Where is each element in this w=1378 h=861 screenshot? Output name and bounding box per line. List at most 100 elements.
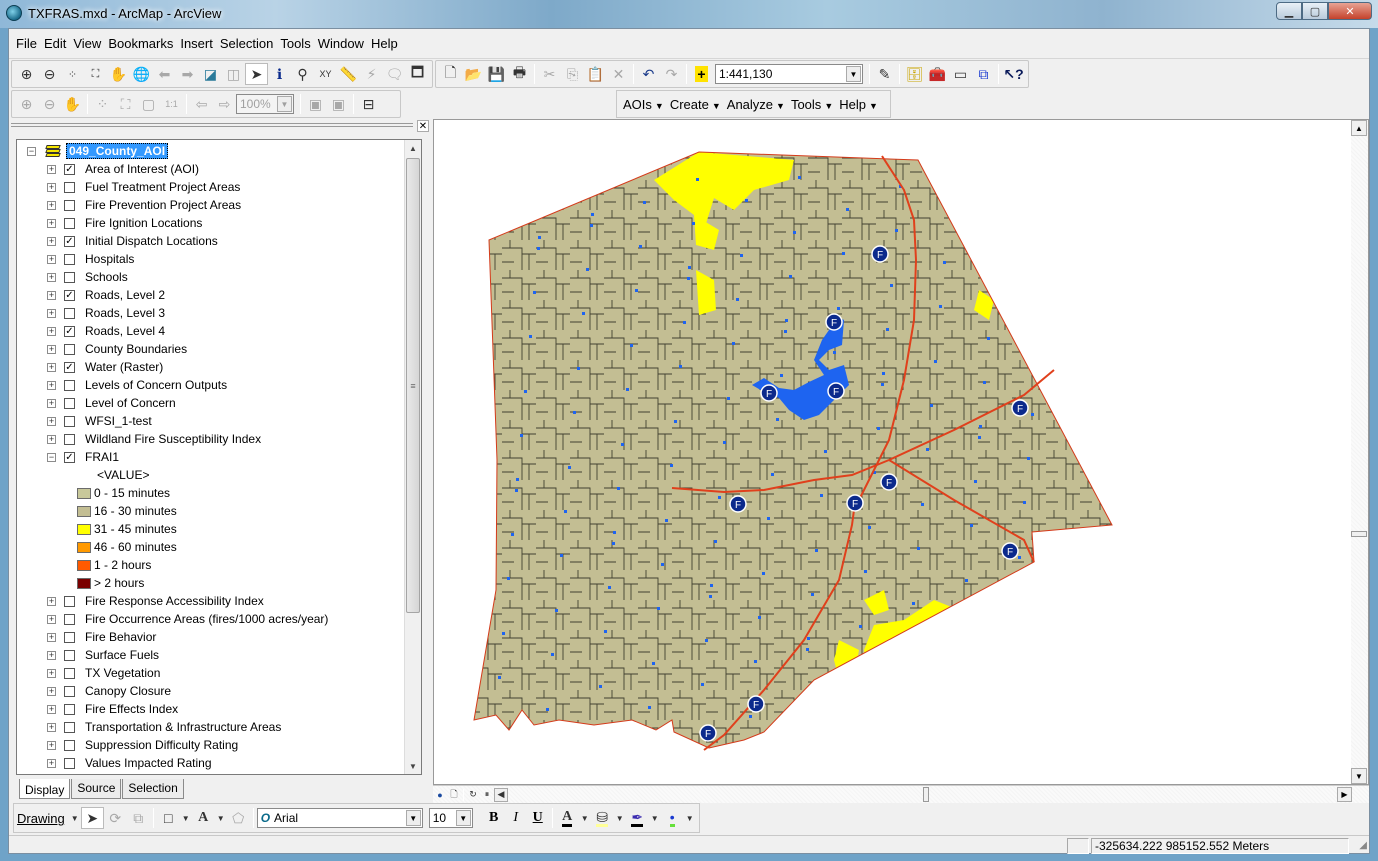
expand-icon[interactable]: + [47,326,56,336]
expand-icon[interactable]: + [47,290,56,300]
layer-row[interactable]: + Fire Effects Index [47,700,178,718]
layer-group-row[interactable]: − 049_County_AOI [27,142,169,160]
layer-name[interactable]: Fire Response Accessibility Index [85,594,264,608]
expand-icon[interactable]: + [47,668,56,678]
fire-station-marker[interactable]: F [760,384,778,402]
full-extent-button[interactable]: 🌐 [130,63,153,85]
layer-row[interactable]: + Fire Behavior [47,628,156,646]
layer-row[interactable]: + Level of Concern [47,394,176,412]
arccatalog-button[interactable]: 🗄 [903,63,926,85]
layer-row[interactable]: + Fire Occurrence Areas (fires/1000 acres… [47,610,328,628]
menu-selection[interactable]: Selection [217,34,276,53]
layer-visibility-checkbox[interactable] [64,595,75,607]
caret-down-icon[interactable]: ▼ [649,807,661,829]
chevron-down-icon[interactable]: ▼ [405,810,421,826]
undo-button[interactable]: ↶ [637,63,660,85]
expand-icon[interactable]: + [47,740,56,750]
menu-window[interactable]: Window [315,34,367,53]
zoom-100-button[interactable]: 1:1 [160,93,183,115]
expand-icon[interactable]: + [47,704,56,714]
legend-class[interactable]: 46 - 60 minutes [77,538,177,556]
command-line-button[interactable]: ▭ [949,63,972,85]
layer-name[interactable]: Surface Fuels [85,648,159,662]
layer-row[interactable]: + ✓ Initial Dispatch Locations [47,232,218,250]
fire-station-marker[interactable]: F [827,382,845,400]
help-menu[interactable]: Help ▼ [839,97,878,112]
marker-color-button[interactable]: • [661,807,684,829]
print-button[interactable]: 🖶 [508,63,531,85]
hyperlink-button[interactable]: ⚡ [360,63,383,85]
new-text-button[interactable]: A [192,807,215,829]
layer-name[interactable]: Suppression Difficulty Rating [85,738,238,752]
rotate-button[interactable]: ⟳ [104,807,127,829]
new-button[interactable]: 🗋 [439,63,462,85]
layer-row[interactable]: + ✓ Area of Interest (AOI) [47,160,199,178]
caret-down-icon[interactable]: ▼ [684,807,696,829]
forward-extent-button[interactable]: ➡ [176,63,199,85]
layer-visibility-checkbox[interactable] [64,307,75,319]
legend-swatch[interactable] [77,559,91,571]
zoom-whole-page-button[interactable]: ▢ [137,93,160,115]
scroll-thumb[interactable]: ≡ [406,158,420,613]
layer-visibility-checkbox[interactable] [64,271,75,283]
create-menu[interactable]: Create ▼ [670,97,721,112]
font-size-combo[interactable]: 10 ▼ [428,808,473,828]
layer-row[interactable]: + Fuel Treatment Project Areas [47,178,240,196]
chevron-down-icon[interactable]: ▼ [455,810,471,826]
caret-down-icon[interactable]: ▼ [180,807,192,829]
expand-icon[interactable]: + [47,434,56,444]
menu-tools[interactable]: Tools [277,34,313,53]
layout-zoom-in-button[interactable]: ⊕ [15,93,38,115]
zoom-in-button[interactable]: ⊕ [15,63,38,85]
copy-button[interactable]: ⎘ [561,63,584,85]
layer-row[interactable]: + Fire Ignition Locations [47,214,202,232]
delete-button[interactable]: ✕ [607,63,630,85]
layer-visibility-checkbox[interactable] [64,721,75,733]
select-elements-button[interactable]: ➤ [245,63,268,85]
italic-button[interactable]: I [505,810,527,826]
layer-name[interactable]: Hospitals [85,252,134,266]
expand-icon[interactable]: + [47,686,56,696]
layer-row[interactable]: + Suppression Difficulty Rating [47,736,238,754]
change-layout-button[interactable]: ⊟ [357,93,380,115]
refresh-icon[interactable]: ↻ [466,788,480,802]
layer-visibility-checkbox[interactable]: ✓ [64,325,75,337]
legend-swatch[interactable] [77,487,91,499]
layout-forward-button[interactable]: ⇨ [213,93,236,115]
layout-zoom-combo[interactable]: 100% ▼ [236,94,294,114]
collapse-icon[interactable]: − [27,146,36,156]
line-color-button[interactable]: ✒ [626,807,649,829]
underline-button[interactable]: U [527,810,549,826]
fire-station-marker[interactable]: F [699,724,717,742]
layer-visibility-checkbox[interactable] [64,433,75,445]
redo-button[interactable]: ↷ [660,63,683,85]
layer-name[interactable]: Values Impacted Rating [85,756,212,770]
legend-swatch[interactable] [77,541,91,553]
rectangle-button[interactable]: □ [157,807,180,829]
layer-visibility-checkbox[interactable] [64,379,75,391]
menu-help[interactable]: Help [368,34,401,53]
fire-station-marker[interactable]: F [1011,399,1029,417]
layer-visibility-checkbox[interactable]: ✓ [64,235,75,247]
layer-row[interactable]: + WFSI_1-test [47,412,152,430]
layer-visibility-checkbox[interactable] [64,667,75,679]
whats-this-button[interactable]: ↖? [1002,63,1025,85]
measure-button[interactable]: 📏 [337,63,360,85]
layer-name[interactable]: Schools [85,270,128,284]
chevron-down-icon[interactable]: ▼ [277,96,292,112]
expand-icon[interactable]: + [47,632,56,642]
layer-row[interactable]: + Wildland Fire Susceptibility Index [47,430,261,448]
layout-back-button[interactable]: ⇦ [190,93,213,115]
expand-icon[interactable]: + [47,182,56,192]
aois-menu[interactable]: AOIs ▼ [623,97,664,112]
layer-row[interactable]: + Schools [47,268,128,286]
layer-name[interactable]: Canopy Closure [85,684,171,698]
html-popup-button[interactable]: 🗨 [383,63,406,85]
county-map[interactable]: F F F F F F F F F F F [434,120,1352,784]
paste-button[interactable]: 📋 [584,63,607,85]
layout-pan-button[interactable]: ✋ [61,93,84,115]
focus-data-frame-button[interactable]: ▣ [327,93,350,115]
layer-row[interactable]: + TX Vegetation [47,664,160,682]
layer-name[interactable]: Fire Occurrence Areas (fires/1000 acres/… [85,612,328,626]
expand-icon[interactable]: + [47,416,56,426]
